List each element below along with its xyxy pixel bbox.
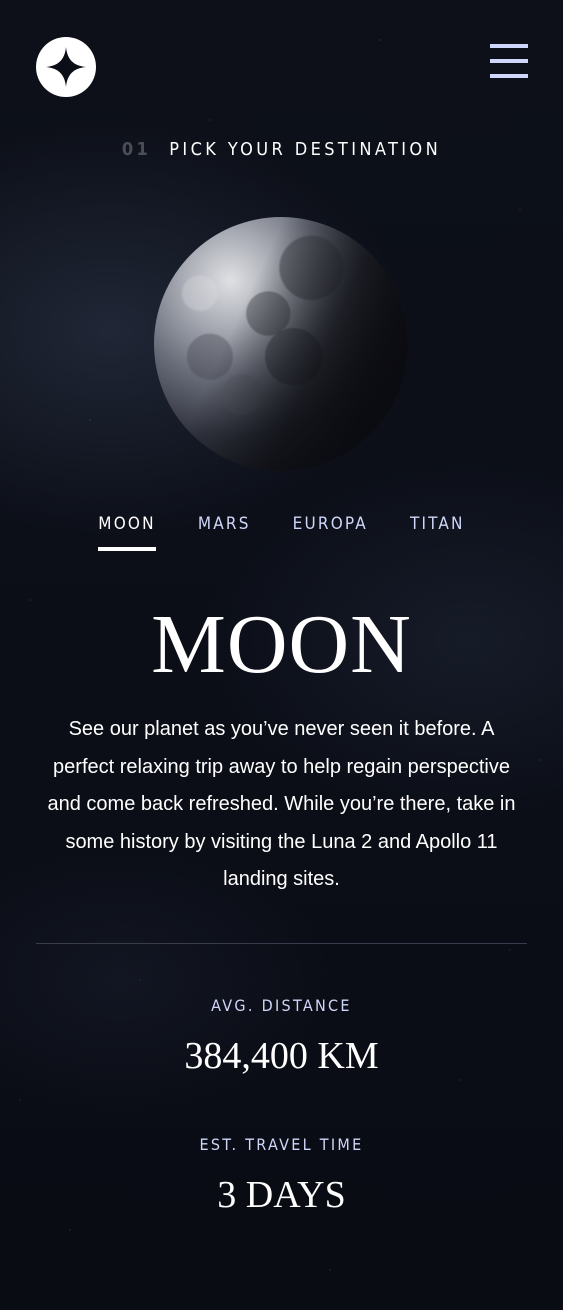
page: 01 PICK YOUR DESTINATION MOON MARS EUROPA… [0,0,563,1310]
star-logo-icon [46,47,86,87]
hamburger-menu-icon-bar [490,44,528,48]
tab-mars[interactable]: MARS [198,514,251,551]
moon-image [154,217,408,471]
divider [36,943,527,944]
avg-distance-value: 384,400 KM [184,1035,379,1077]
tab-moon[interactable]: MOON [98,514,156,551]
hamburger-menu-button[interactable] [490,44,528,78]
hamburger-menu-icon-bar [490,74,528,78]
page-number: 01 [121,139,152,160]
travel-time-value: 3 DAYS [217,1174,346,1216]
logo[interactable] [36,37,96,97]
travel-time-label: EST. TRAVEL TIME [199,1135,364,1154]
avg-distance-label: AVG. DISTANCE [211,996,352,1015]
tab-titan[interactable]: TITAN [410,514,465,551]
tab-europa[interactable]: EUROPA [293,514,368,551]
page-heading: 01 PICK YOUR DESTINATION [0,139,563,160]
destination-description: See our planet as you’ve never seen it b… [47,718,516,890]
destination-tabs: MOON MARS EUROPA TITAN [0,514,563,551]
page-heading-text: PICK YOUR DESTINATION [169,139,442,160]
hamburger-menu-icon-bar [490,59,528,63]
destination-title: MOON [151,598,412,691]
